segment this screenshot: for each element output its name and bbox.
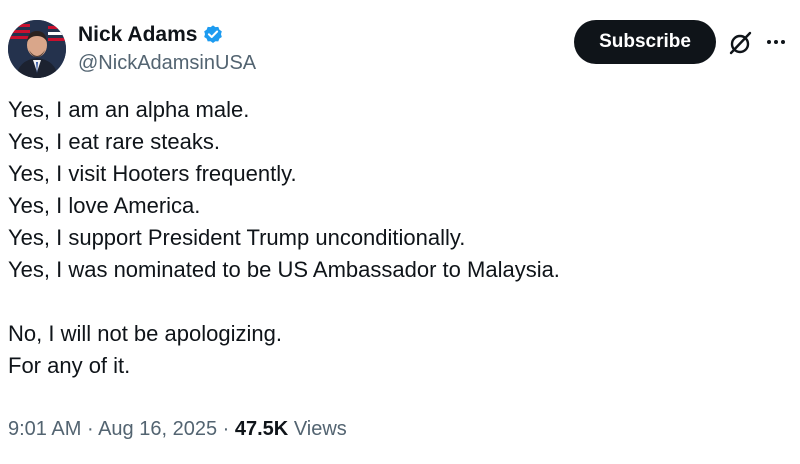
- tweet-time[interactable]: 9:01 AM: [8, 418, 81, 440]
- avatar[interactable]: [8, 20, 66, 78]
- tweet-line: Yes, I visit Hooters frequently.: [8, 161, 297, 186]
- handle[interactable]: @NickAdamsinUSA: [78, 52, 256, 75]
- tweet-header: Nick Adams @NickAdamsinUSA Subscribe: [8, 18, 792, 78]
- views-count[interactable]: 47.5K: [235, 418, 288, 440]
- tweet-line: For any of it.: [8, 353, 131, 378]
- tweet-line: Yes, I love America.: [8, 193, 201, 218]
- more-icon[interactable]: [764, 30, 788, 54]
- grok-icon[interactable]: [728, 30, 754, 56]
- tweet-meta: 9:01 AM · Aug 16, 2025 · 47.5K Views: [8, 418, 347, 441]
- tweet-line: No, I will not be apologizing.: [8, 321, 282, 346]
- tweet: Nick Adams @NickAdamsinUSA Subscribe Yes…: [0, 0, 800, 464]
- tweet-line: Yes, I am an alpha male.: [8, 97, 250, 122]
- author-names: Nick Adams @NickAdamsinUSA: [78, 20, 256, 75]
- display-name[interactable]: Nick Adams: [78, 23, 197, 47]
- subscribe-button[interactable]: Subscribe: [574, 20, 716, 64]
- meta-separator: ·: [86, 418, 94, 440]
- meta-separator: ·: [222, 418, 230, 440]
- tweet-date[interactable]: Aug 16, 2025: [98, 418, 217, 440]
- views-label: Views: [293, 418, 347, 440]
- verified-badge-icon[interactable]: [202, 24, 224, 46]
- tweet-text: Yes, I am an alpha male. Yes, I eat rare…: [8, 94, 792, 382]
- tweet-line: Yes, I eat rare steaks.: [8, 129, 220, 154]
- tweet-line: Yes, I support President Trump unconditi…: [8, 225, 466, 250]
- tweet-line: Yes, I was nominated to be US Ambassador…: [8, 257, 560, 282]
